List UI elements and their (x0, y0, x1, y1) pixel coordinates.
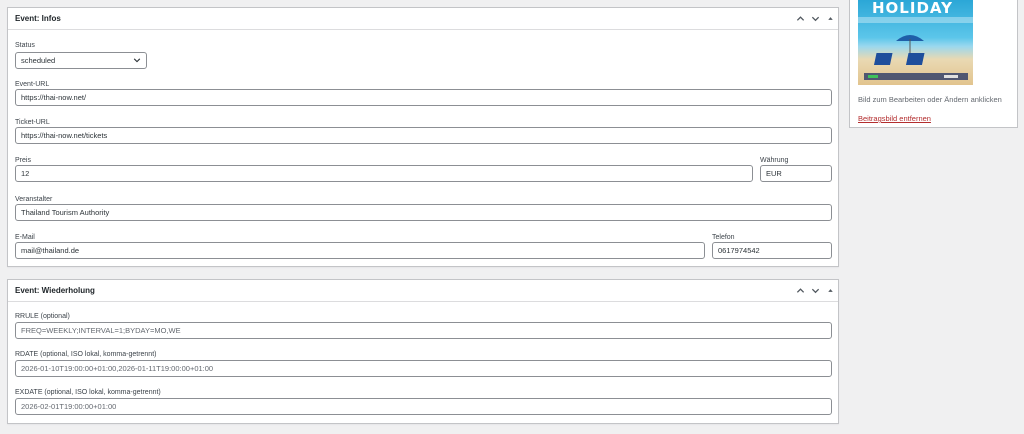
rdate-input[interactable]: 2026-01-10T19:00:00+01:00,2026-01-11T19:… (15, 360, 832, 377)
currency-input[interactable]: EUR (760, 165, 832, 182)
email-input[interactable]: mail@thailand.de (15, 242, 705, 259)
email-label: E-Mail (15, 234, 35, 241)
phone-label: Telefon (712, 234, 735, 241)
event-recurrence-title: Event: Wiederholung (15, 286, 95, 295)
move-down-icon[interactable] (808, 8, 823, 29)
move-up-icon[interactable] (793, 280, 808, 301)
event-infos-title: Event: Infos (15, 14, 61, 23)
event-infos-handle-actions (793, 8, 838, 29)
chevron-down-icon (133, 58, 141, 63)
status-select[interactable]: scheduled (15, 52, 147, 69)
event-infos-box: Event: Infos Status scheduled Event-URL … (7, 7, 839, 267)
exdate-input[interactable]: 2026-02-01T19:00:00+01:00 (15, 398, 832, 415)
organizer-input[interactable]: Thailand Tourism Authority (15, 204, 832, 221)
rdate-label: RDATE (optional, ISO lokal, komma-getren… (15, 351, 157, 358)
status-value: scheduled (21, 56, 56, 65)
featured-image-box: HOLIDAY Bild zum Bearbeiten oder Ändern … (849, 0, 1018, 128)
organizer-label: Veranstalter (15, 196, 53, 203)
exdate-label: EXDATE (optional, ISO lokal, komma-getre… (15, 389, 161, 396)
move-up-icon[interactable] (793, 8, 808, 29)
event-infos-header: Event: Infos (8, 8, 838, 30)
move-down-icon[interactable] (808, 280, 823, 301)
phone-input[interactable]: 0617974542 (712, 242, 832, 259)
featured-image-hint: Bild zum Bearbeiten oder Ändern anklicke… (858, 95, 1002, 104)
beach-scene-illustration (858, 17, 973, 80)
status-label: Status (15, 42, 35, 49)
event-recurrence-header: Event: Wiederholung (8, 280, 838, 302)
price-label: Preis (15, 157, 31, 164)
ticket-url-input[interactable]: https://thai-now.net/tickets (15, 127, 832, 144)
featured-image-thumbnail[interactable]: HOLIDAY (858, 0, 973, 85)
remove-featured-image-link[interactable]: Beitragsbild entfernen (858, 114, 931, 123)
ticket-url-label: Ticket-URL (15, 119, 50, 126)
rrule-input[interactable]: FREQ=WEEKLY;INTERVAL=1;BYDAY=MO,WE (15, 322, 832, 339)
price-input[interactable]: 12 (15, 165, 753, 182)
toggle-panel-icon[interactable] (823, 280, 838, 301)
event-recurrence-box: Event: Wiederholung RRULE (optional) FRE… (7, 279, 839, 424)
rrule-label: RRULE (optional) (15, 313, 70, 320)
toggle-panel-icon[interactable] (823, 8, 838, 29)
event-url-label: Event-URL (15, 81, 50, 88)
event-url-input[interactable]: https://thai-now.net/ (15, 89, 832, 106)
event-recurrence-handle-actions (793, 280, 838, 301)
currency-label: Währung (760, 157, 789, 164)
